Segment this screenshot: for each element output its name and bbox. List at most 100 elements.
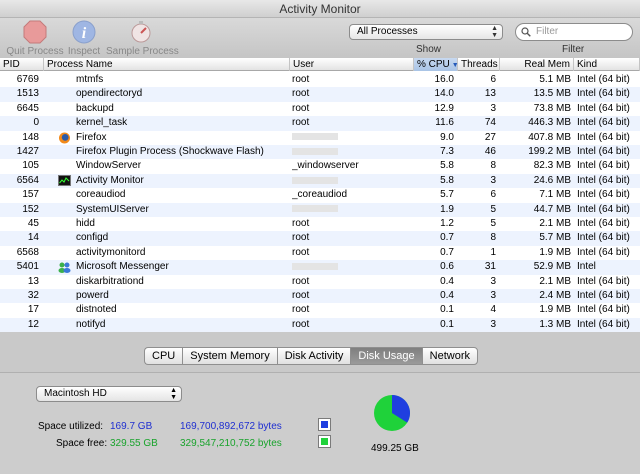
cell-name: SystemUIServer	[76, 203, 149, 215]
tab-cpu[interactable]: CPU	[144, 347, 183, 365]
cell-cpu: 5.7	[440, 189, 454, 201]
cell-threads: 3	[490, 102, 496, 114]
cell-name: Firefox Plugin Process (Shockwave Flash)	[76, 146, 264, 157]
table-row[interactable]: 14 configd root 0.7 8 5.7 MB Intel (64 bit)	[0, 231, 640, 246]
utilized-color-chip	[321, 421, 328, 428]
stop-sign-icon	[23, 20, 47, 44]
utilized-color-swatch[interactable]	[318, 418, 331, 431]
cell-kind: Intel (64 bit)	[577, 304, 630, 316]
table-row[interactable]: 0 kernel_task root 11.6 74 446.3 MB Intel (64 …	[0, 116, 640, 131]
cell-cpu: 14.0	[434, 88, 454, 100]
filter-label: Filter	[562, 44, 585, 55]
column-cpu-label: % CPU	[417, 59, 450, 70]
cell-cpu: 11.6	[435, 117, 454, 129]
table-row[interactable]: 1513 opendirectoryd root 14.0 13 13.5 MB Intel…	[0, 87, 640, 102]
title-bar: Activity Monitor	[0, 0, 640, 18]
horizontal-scrollbar[interactable]	[0, 332, 640, 346]
table-row[interactable]: 32 powerd root 0.4 3 2.4 MB Intel (64 bit)	[0, 289, 640, 304]
cell-threads: 3	[490, 174, 496, 186]
table-row[interactable]: 6564 Activity Monitor 5.8 3 24.6 MB Intel (64…	[0, 173, 640, 189]
cell-pid: 6568	[16, 246, 39, 258]
column-kind[interactable]: Kind	[574, 58, 640, 71]
cell-kind: Intel (64 bit)	[577, 203, 630, 215]
table-row[interactable]: 45 hidd root 1.2 5 2.1 MB Intel (64 bit)	[0, 217, 640, 231]
cell-name: distnoted	[76, 304, 117, 316]
stopwatch-icon	[131, 21, 151, 43]
column-pid[interactable]: PID	[0, 58, 44, 71]
redacted-user	[292, 133, 338, 141]
table-row[interactable]: 157 coreaudiod _coreaudiod 5.7 6 7.1 MB Intel …	[0, 188, 640, 202]
cell-cpu: 12.9	[434, 102, 454, 114]
process-filter-select[interactable]: All Processes ▲ ▼	[349, 24, 503, 40]
table-row[interactable]: 105 WindowServer _windowserver 5.8 8 82.3 MB I…	[0, 159, 640, 173]
cell-name: hidd	[76, 218, 95, 229]
tab-network[interactable]: Network	[421, 347, 478, 365]
cell-pid: 14	[27, 232, 39, 244]
tab-system-memory[interactable]: System Memory	[182, 347, 277, 365]
tab-disk-activity[interactable]: Disk Activity	[276, 347, 351, 365]
cell-kind: Intel	[577, 261, 596, 273]
cell-kind: Intel (64 bit)	[577, 102, 630, 114]
cell-threads: 1	[490, 246, 496, 258]
filter-placeholder: Filter	[536, 26, 559, 37]
cell-user: root	[292, 246, 310, 258]
filter-search-field[interactable]: Filter	[515, 23, 633, 41]
cell-threads: 6	[490, 74, 496, 85]
table-row[interactable]: 5401 Microsoft Messenger 0.6 31 52.9 MB Intel	[0, 260, 640, 275]
cell-pid: 32	[27, 290, 39, 301]
tab-disk-usage[interactable]: Disk Usage	[350, 347, 422, 365]
table-row[interactable]: 13 diskarbitrationd root 0.4 3 2.1 MB Intel (6…	[0, 275, 640, 289]
table-row[interactable]: 6769 mtmfs root 16.0 6 5.1 MB Intel (64 bit)	[0, 73, 640, 87]
sample-process-label: Sample Process	[106, 46, 179, 57]
cell-user: root	[292, 117, 310, 129]
column-user[interactable]: User	[290, 58, 414, 71]
cell-kind: Intel (64 bit)	[577, 218, 630, 229]
table-row[interactable]: 12 notifyd root 0.1 3 1.3 MB Intel (64 bit)	[0, 317, 640, 333]
cell-pid: 6564	[16, 174, 39, 186]
table-row[interactable]: 148 Firefox 9.0 27 407.8 MB Intel (64 bit)	[0, 131, 640, 145]
cell-user: root	[292, 290, 310, 301]
cell-name: Firefox	[76, 131, 107, 143]
cell-user: _coreaudiod	[292, 189, 348, 201]
table-row[interactable]: 6568 activitymonitord root 0.7 1 1.9 MB Intel …	[0, 246, 640, 260]
free-color-swatch[interactable]	[318, 435, 331, 448]
cell-name: WindowServer	[76, 160, 142, 172]
cell-cpu: 1.2	[440, 218, 454, 229]
cell-mem: 13.5 MB	[533, 88, 571, 100]
cell-cpu: 16.0	[434, 74, 454, 85]
cell-mem: 1.9 MB	[539, 246, 571, 258]
cell-threads: 5	[490, 203, 496, 215]
cell-pid: 1513	[16, 88, 39, 100]
cell-user: root	[292, 74, 310, 85]
cell-user	[292, 174, 412, 188]
cell-name: powerd	[76, 290, 109, 301]
search-icon	[521, 27, 531, 37]
cell-kind: Intel (64 bit)	[577, 290, 630, 301]
cell-user: root	[292, 304, 310, 316]
column-threads[interactable]: Threads	[458, 58, 500, 71]
space-utilized-label: Space utilized:	[38, 421, 104, 432]
table-row[interactable]: 6645 backupd root 12.9 3 73.8 MB Intel (64 bit…	[0, 102, 640, 116]
column-cpu[interactable]: % CPU ▼	[414, 58, 459, 71]
sample-process-button[interactable]: Sample Process	[106, 20, 179, 57]
volume-value: Macintosh HD	[44, 388, 107, 399]
cell-pid: 6645	[16, 102, 39, 114]
volume-select[interactable]: Macintosh HD ▲ ▼	[36, 386, 182, 402]
cell-kind: Intel (64 bit)	[577, 146, 630, 157]
cell-name: activitymonitord	[76, 246, 146, 258]
free-color-chip	[321, 438, 328, 445]
cell-pid: 17	[27, 304, 39, 316]
info-icon: i	[72, 20, 96, 44]
table-row[interactable]: 1427 Firefox Plugin Process (Shockwave Fl…	[0, 145, 640, 160]
table-row[interactable]: 17 distnoted root 0.1 4 1.9 MB Intel (64 bit)	[0, 303, 640, 317]
table-row[interactable]: 152 SystemUIServer 1.9 5 44.7 MB Intel (64 bi…	[0, 202, 640, 217]
cell-threads: 74	[484, 117, 496, 129]
column-process-name[interactable]: Process Name	[44, 58, 290, 71]
cell-mem: 44.7 MB	[533, 203, 571, 215]
space-free-gb: 329.55 GB	[110, 438, 158, 449]
space-free-bytes: 329,547,210,752 bytes	[180, 438, 282, 449]
column-real-mem[interactable]: Real Mem	[500, 58, 574, 71]
cell-mem: 1.9 MB	[539, 304, 571, 316]
cell-user	[292, 203, 412, 217]
redacted-user	[292, 147, 338, 155]
